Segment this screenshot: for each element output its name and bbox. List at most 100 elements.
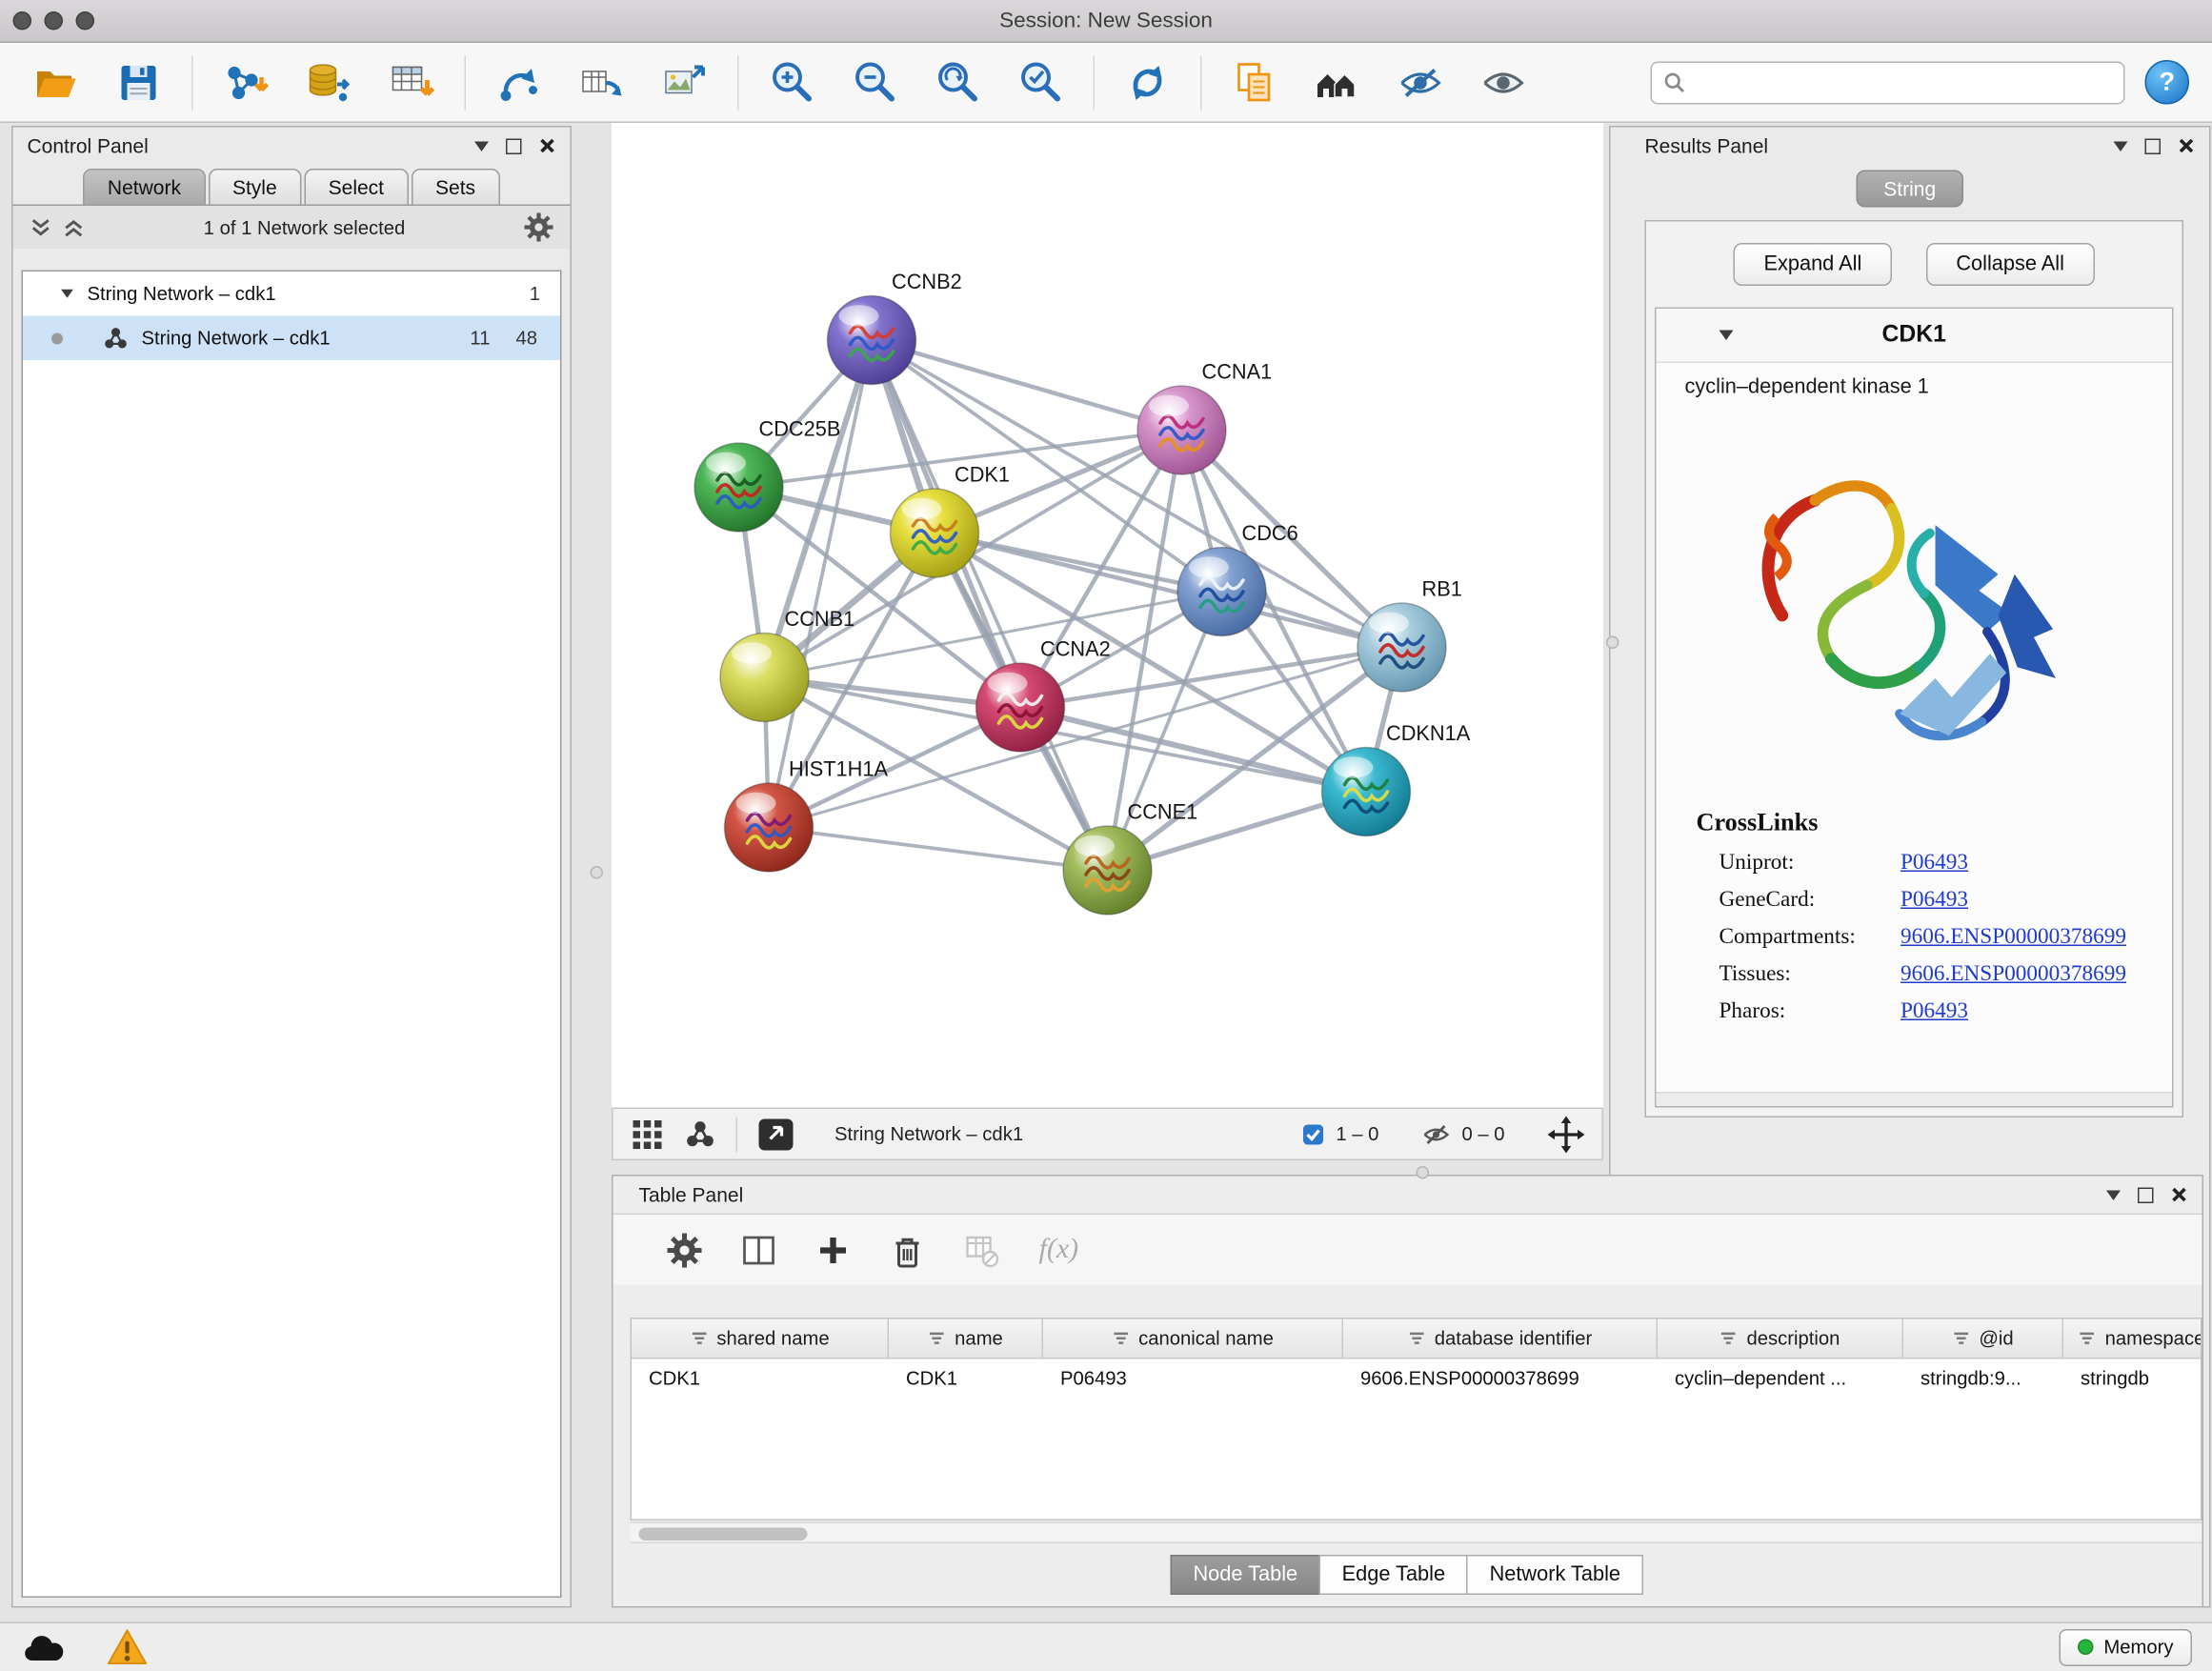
show-columns-button[interactable] xyxy=(734,1225,783,1274)
edge-CCNB2-CCNE1[interactable] xyxy=(872,340,1108,871)
memory-button[interactable]: Memory xyxy=(2060,1629,2192,1666)
search-box xyxy=(1651,61,2125,104)
selected-checkbox-icon[interactable] xyxy=(1301,1122,1324,1145)
right-splitter-handle[interactable] xyxy=(1606,636,1619,650)
zoom-selected-button[interactable] xyxy=(1009,50,1072,113)
node-CCNA1[interactable]: CCNA1 xyxy=(1137,360,1272,475)
network-edge-count: 48 xyxy=(515,328,546,350)
tab-network-table[interactable]: Network Table xyxy=(1467,1555,1643,1595)
collapse-all-icon[interactable] xyxy=(30,216,52,238)
node-CCNB2[interactable]: CCNB2 xyxy=(828,270,962,385)
table-type-tabs: Node TableEdge TableNetwork Table xyxy=(613,1555,2202,1595)
zoom-out-button[interactable] xyxy=(843,50,906,113)
column-header-canonical-name[interactable]: canonical name xyxy=(1043,1319,1343,1359)
node-details-header[interactable]: CDK1 xyxy=(1657,309,2173,363)
first-neighbors-button[interactable] xyxy=(488,50,551,113)
export-image-button[interactable] xyxy=(654,50,716,113)
column-header-database-identifier[interactable]: database identifier xyxy=(1343,1319,1658,1359)
edge-CDK1-RB1[interactable] xyxy=(935,534,1402,648)
tab-sets[interactable]: Sets xyxy=(412,169,500,205)
section-collapse-icon[interactable] xyxy=(1719,331,1734,341)
table-options-gear-button[interactable] xyxy=(660,1225,709,1274)
panel-float-icon[interactable] xyxy=(506,138,522,154)
function-builder-button[interactable]: f(x) xyxy=(1039,1234,1079,1267)
panel-close-icon[interactable] xyxy=(539,137,556,154)
node-RB1[interactable]: RB1 xyxy=(1357,577,1462,693)
import-network-from-database-button[interactable] xyxy=(297,50,360,113)
node-CDKN1A[interactable]: CDKN1A xyxy=(1322,721,1471,836)
network-view[interactable]: CCNB2CCNA1CDC25BCDK1CDC6RB1CCNB1CCNA2CDK… xyxy=(612,123,1603,1108)
panel-float-icon[interactable] xyxy=(2145,138,2162,154)
column-header-name[interactable]: name xyxy=(889,1319,1043,1359)
hidden-eye-slash-icon[interactable] xyxy=(1421,1119,1450,1148)
table-row[interactable]: CDK1CDK1P064939606.ENSP00000378699cyclin… xyxy=(632,1359,2201,1399)
tab-network[interactable]: Network xyxy=(83,169,205,205)
network-row[interactable]: String Network – cdk1 11 48 xyxy=(23,316,560,361)
copy-documents-button[interactable] xyxy=(1223,50,1286,113)
import-network-icon xyxy=(222,58,271,107)
hide-graphics-details-button[interactable] xyxy=(1389,50,1452,113)
panel-menu-icon[interactable] xyxy=(474,141,489,151)
refresh-layout-button[interactable] xyxy=(1116,50,1179,113)
crosslink-link-genecard[interactable]: P06493 xyxy=(1900,888,1968,914)
zoom-in-button[interactable] xyxy=(760,50,823,113)
string-network-icon[interactable] xyxy=(685,1118,716,1150)
tab-select[interactable]: Select xyxy=(304,169,408,205)
tab-node-table[interactable]: Node Table xyxy=(1170,1555,1320,1595)
birdseye-grid-icon[interactable] xyxy=(631,1117,665,1151)
import-network-from-file-button[interactable] xyxy=(214,50,277,113)
pan-crosshair-icon[interactable] xyxy=(1548,1116,1585,1153)
create-column-button[interactable] xyxy=(809,1225,857,1274)
crosslink-link-uniprot[interactable]: P06493 xyxy=(1900,851,1968,876)
title-bar: Session: New Session xyxy=(0,0,2212,43)
warning-icon[interactable] xyxy=(106,1627,149,1667)
cloud-icon[interactable] xyxy=(20,1629,66,1666)
column-header-namespace[interactable]: namespace xyxy=(2063,1319,2202,1359)
panel-close-icon[interactable] xyxy=(2178,137,2195,154)
network-options-gear-icon[interactable] xyxy=(525,213,553,242)
collapse-all-button[interactable]: Collapse All xyxy=(1926,243,2095,286)
column-header-description[interactable]: description xyxy=(1658,1319,1903,1359)
crosslink-link-pharos[interactable]: P06493 xyxy=(1900,999,1968,1025)
expand-all-icon[interactable] xyxy=(63,216,85,238)
node-CDK1[interactable]: CDK1 xyxy=(891,463,1011,577)
column-header-id[interactable]: @id xyxy=(1903,1319,2063,1359)
bottom-splitter-handle[interactable] xyxy=(1417,1166,1430,1179)
delete-column-button[interactable] xyxy=(883,1225,932,1274)
tab-style[interactable]: Style xyxy=(208,169,301,205)
search-input[interactable] xyxy=(1695,71,2112,93)
left-splitter-handle[interactable] xyxy=(591,866,604,879)
network-node-count: 11 xyxy=(470,328,515,350)
table-hscrollbar[interactable] xyxy=(631,1522,2202,1544)
edge-HIST1H1A-CCNE1[interactable] xyxy=(769,828,1108,871)
goto-window-button[interactable] xyxy=(757,1117,794,1151)
table-cell: cyclin–dependent ... xyxy=(1658,1359,1903,1399)
edge-CCNB2-CCNA1[interactable] xyxy=(872,340,1182,431)
show-graphics-details-button[interactable] xyxy=(1472,50,1535,113)
protein-structure-image xyxy=(1724,411,2104,794)
crosslink-link-tissues[interactable]: 9606.ENSP00000378699 xyxy=(1900,962,2126,988)
panel-menu-icon[interactable] xyxy=(2106,1190,2121,1200)
string-home-button[interactable] xyxy=(1306,50,1369,113)
column-header-shared-name[interactable]: shared name xyxy=(632,1319,889,1359)
collection-expand-icon[interactable] xyxy=(61,290,73,298)
save-session-button[interactable] xyxy=(108,50,171,113)
tab-string[interactable]: String xyxy=(1857,171,1963,208)
zoom-fit-button[interactable] xyxy=(926,50,989,113)
results-hscrollbar[interactable] xyxy=(1657,1092,2173,1106)
network-graph[interactable]: CCNB2CCNA1CDC25BCDK1CDC6RB1CCNB1CCNA2CDK… xyxy=(612,123,1603,1108)
panel-menu-icon[interactable] xyxy=(2114,141,2128,151)
panel-float-icon[interactable] xyxy=(2138,1187,2154,1203)
network-collection-row[interactable]: String Network – cdk1 1 xyxy=(23,272,560,316)
node-HIST1H1A[interactable]: HIST1H1A xyxy=(725,757,889,873)
table-hscrollbar-thumb[interactable] xyxy=(639,1528,808,1541)
tab-edge-table[interactable]: Edge Table xyxy=(1319,1555,1468,1595)
edge-CCNB2-HIST1H1A[interactable] xyxy=(769,340,872,828)
panel-close-icon[interactable] xyxy=(2171,1186,2188,1203)
import-table-button[interactable] xyxy=(380,50,443,113)
open-session-button[interactable] xyxy=(25,50,88,113)
help-button[interactable]: ? xyxy=(2145,60,2190,105)
expand-all-button[interactable]: Expand All xyxy=(1734,243,1892,286)
crosslink-link-compartments[interactable]: 9606.ENSP00000378699 xyxy=(1900,925,2126,951)
clone-network-button[interactable] xyxy=(571,50,633,113)
